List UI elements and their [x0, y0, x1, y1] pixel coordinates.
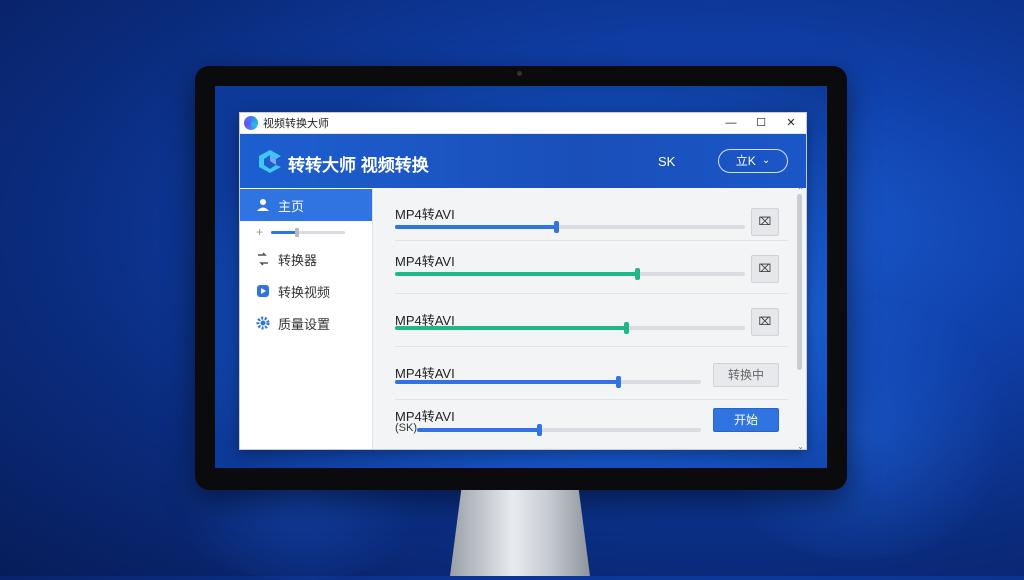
- progress-thumb[interactable]: [624, 322, 629, 334]
- monitor-screen: 视频转换大师 — ☐ ✕ 转转大师 视频转换 SK 立K ⌄ 主页 + 转换器 …: [215, 86, 827, 468]
- progress-track[interactable]: [395, 322, 745, 334]
- sidebar-item-video[interactable]: 转换视频: [240, 275, 372, 307]
- user-icon: [257, 199, 269, 211]
- start-button[interactable]: 开始: [713, 408, 779, 432]
- sidebar-item-label: 质量设置: [278, 316, 331, 332]
- convert-icon: [258, 252, 268, 266]
- chevron-down-icon: ⌄: [761, 155, 771, 166]
- task-label: MP4转AVI: [395, 254, 455, 269]
- task-action-button[interactable]: ⌧: [751, 255, 779, 283]
- progress-track[interactable]: [395, 268, 745, 280]
- sidebar-item-home[interactable]: 主页: [240, 189, 372, 221]
- mini-slider-fill: [271, 230, 297, 234]
- sidebar-item-converter[interactable]: 转换器: [240, 243, 372, 275]
- task-row: MP4转AVI ⌧: [395, 188, 788, 241]
- task-sub-label: (SK): [395, 422, 417, 434]
- header-sk-label[interactable]: SK: [658, 154, 675, 169]
- progress-fill: [395, 326, 626, 330]
- progress-fill: [417, 428, 540, 432]
- progress-track[interactable]: [395, 376, 701, 388]
- window-titlebar: 视频转换大师 — ☐ ✕: [240, 113, 806, 134]
- monitor-stand: [450, 490, 590, 576]
- sidebar-item-label: 转换器: [278, 252, 318, 268]
- app-header: 转转大师 视频转换 SK 立K ⌄: [240, 134, 806, 188]
- progress-thumb[interactable]: [616, 376, 622, 388]
- mini-slider-thumb[interactable]: [294, 227, 299, 237]
- app-body: 主页 + 转换器 转换视频 质量设置 MP4转AVI ⌧ MP4转AVI ⌧ M…: [240, 186, 806, 452]
- sidebar-item-label: 主页: [278, 198, 305, 214]
- task-label: MP4转AVI: [395, 207, 455, 222]
- sidebar-item-quality[interactable]: 质量设置: [240, 307, 372, 339]
- sidebar-mini-slider[interactable]: +: [240, 221, 372, 243]
- header-dropdown[interactable]: 立K ⌄: [718, 149, 788, 173]
- app-logo-icon: [244, 116, 258, 130]
- task-action-button[interactable]: ⌧: [751, 308, 779, 336]
- window-title: 视频转换大师: [263, 118, 329, 130]
- task-action-button[interactable]: ⌧: [751, 208, 779, 236]
- progress-thumb[interactable]: [634, 268, 640, 280]
- video-icon: [257, 285, 269, 297]
- task-list: MP4转AVI ⌧ MP4转AVI ⌧ MP4转AVI ⌧ MP4转AVI 转换…: [373, 186, 806, 452]
- maximize-button[interactable]: ☐: [746, 113, 776, 133]
- task-row: MP4转AVI ⌧: [395, 294, 788, 347]
- progress-thumb[interactable]: [537, 424, 543, 436]
- app-window: 视频转换大师 — ☐ ✕ 转转大师 视频转换 SK 立K ⌄ 主页 + 转换器 …: [239, 112, 807, 452]
- sidebar: 主页 + 转换器 转换视频 质量设置: [240, 188, 373, 449]
- sidebar-item-label: 转换视频: [278, 284, 331, 300]
- progress-fill: [395, 225, 556, 229]
- progress-thumb[interactable]: [554, 221, 559, 233]
- monitor: 视频转换大师 — ☐ ✕ 转转大师 视频转换 SK 立K ⌄ 主页 + 转换器 …: [195, 66, 847, 490]
- progress-fill: [395, 272, 637, 276]
- app-name: 转转大师 视频转换: [288, 156, 429, 175]
- webcam-dot: [517, 71, 522, 76]
- brand-logo-icon: [259, 150, 281, 173]
- task-row: MP4转AVI ⌧: [395, 241, 788, 294]
- plus-icon: +: [256, 225, 264, 239]
- converting-button[interactable]: 转换中: [713, 363, 779, 387]
- scrollbar-thumb[interactable]: [797, 194, 802, 370]
- gear-icon: [256, 316, 270, 330]
- task-row: MP4转AVI 转换中: [395, 347, 788, 400]
- scroll-down-icon[interactable]: ⌄: [797, 442, 804, 451]
- task-row: MP4转AVI (SK) 开始: [395, 400, 788, 452]
- progress-track[interactable]: [395, 221, 745, 233]
- progress-fill: [395, 380, 619, 384]
- mini-slider-track[interactable]: [271, 227, 346, 237]
- progress-track[interactable]: [417, 424, 701, 436]
- minimize-button[interactable]: —: [716, 113, 746, 133]
- header-dropdown-label: 立K: [735, 154, 756, 168]
- close-button[interactable]: ✕: [776, 113, 806, 133]
